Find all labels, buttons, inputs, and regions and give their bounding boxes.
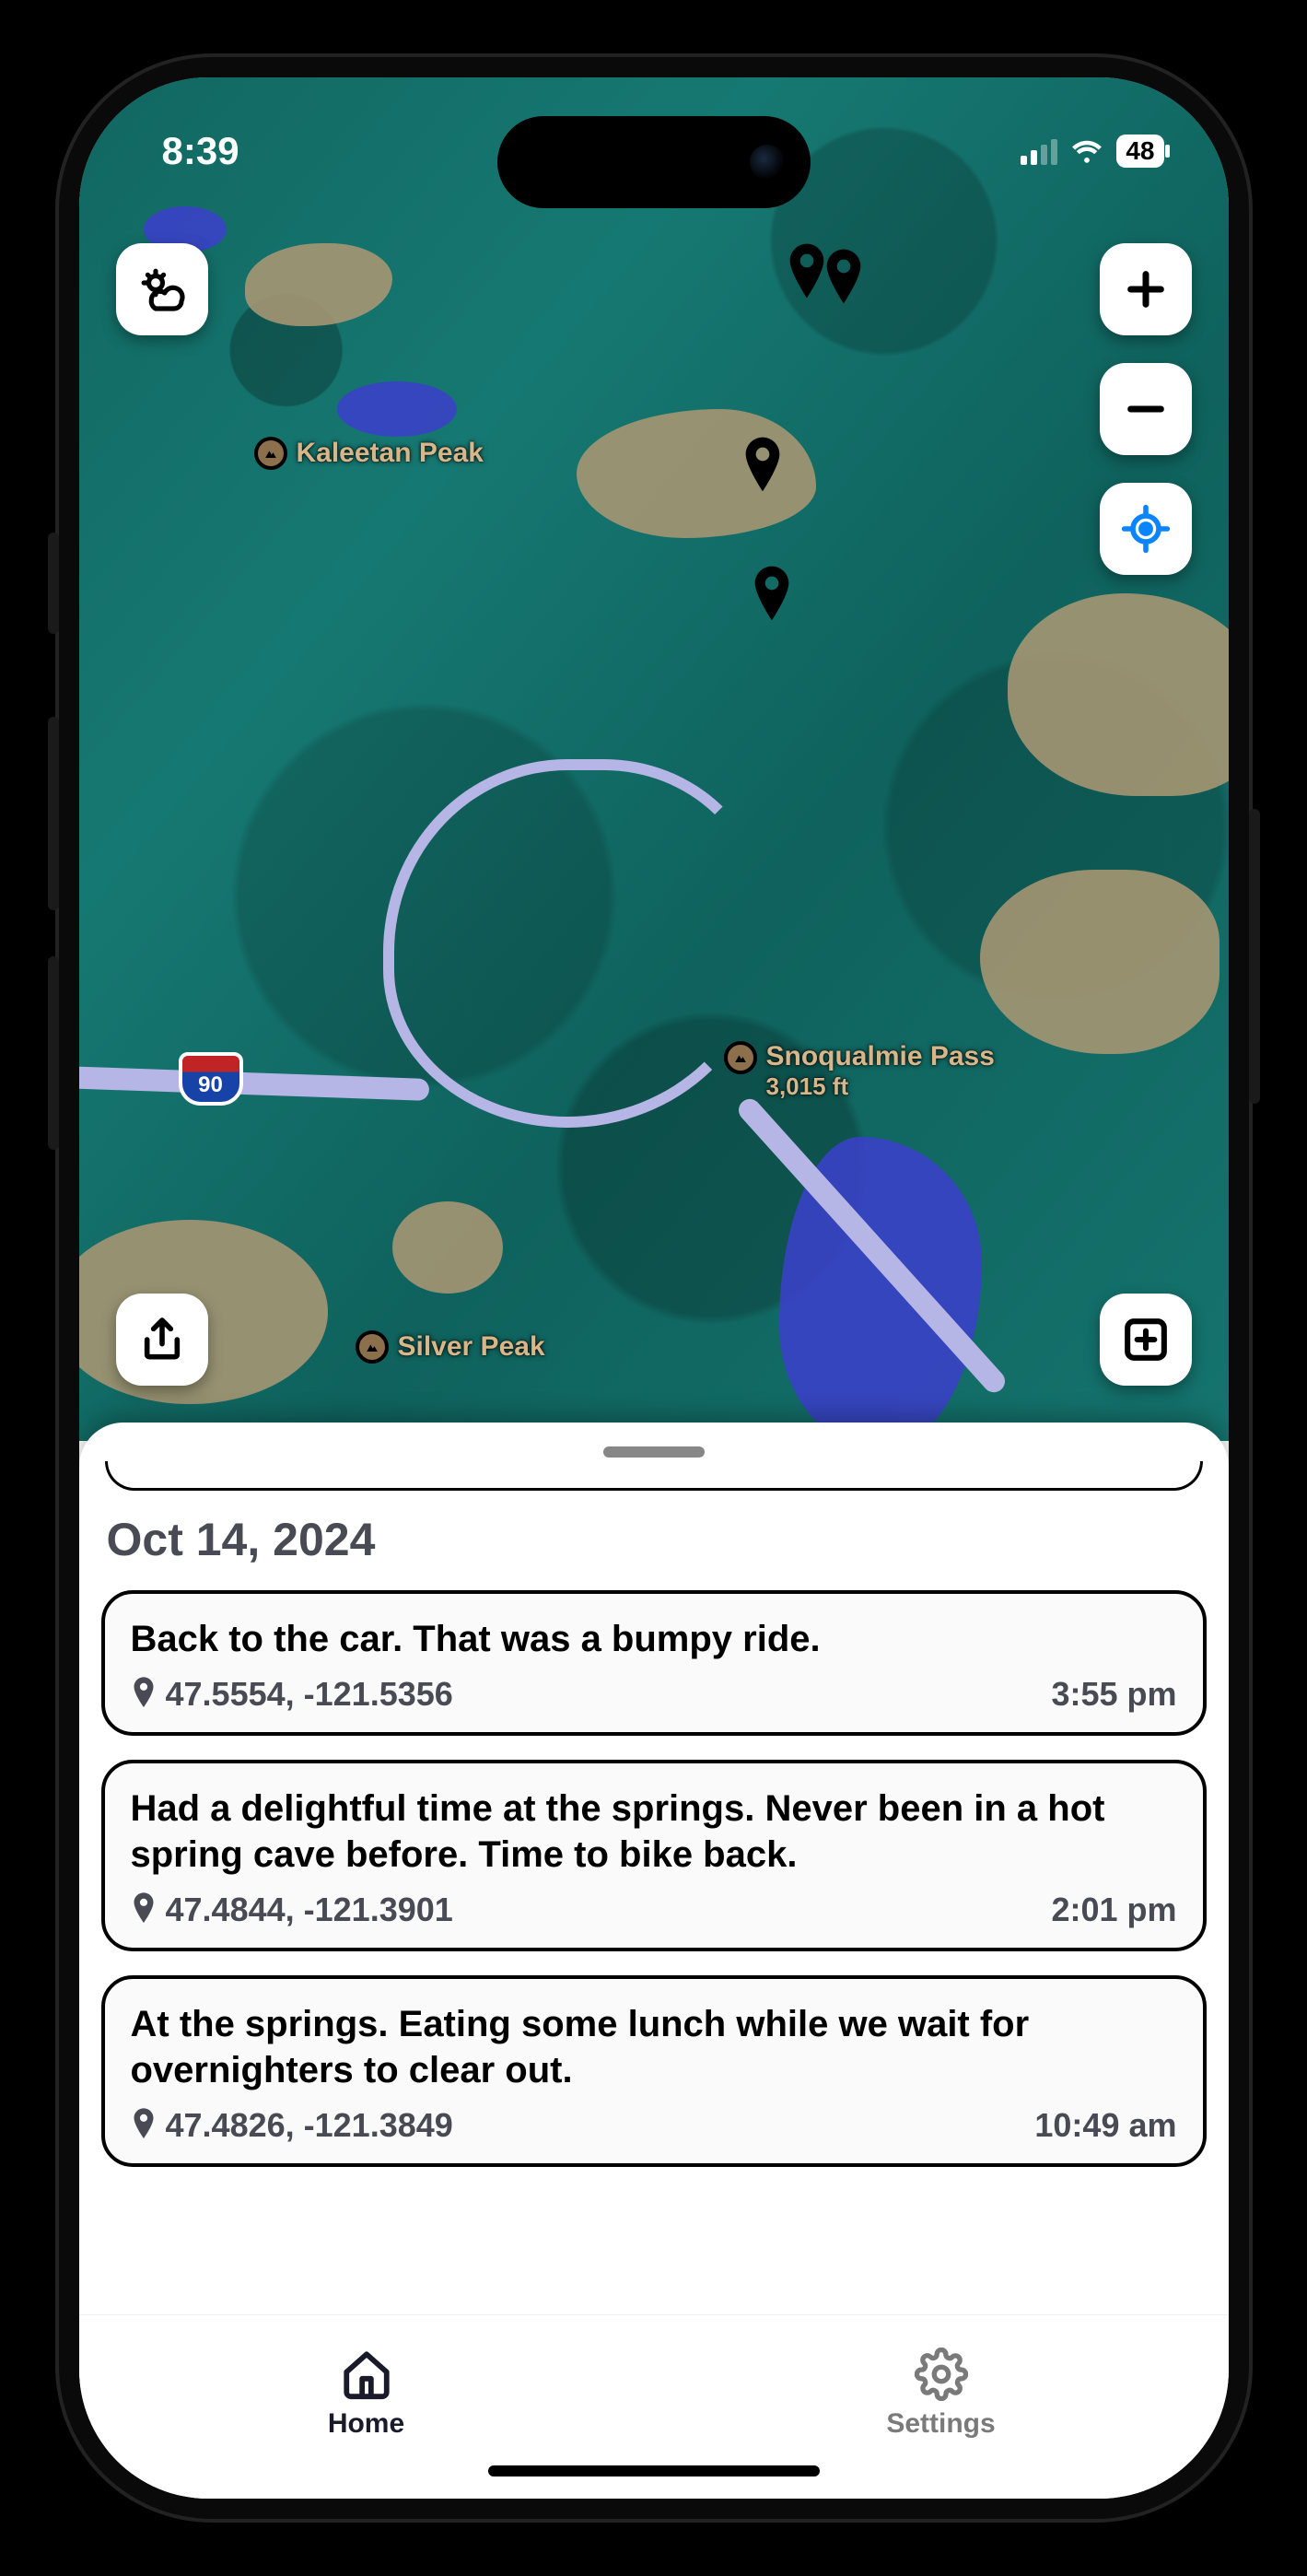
battery-percent: 48 bbox=[1126, 136, 1154, 166]
sheet-date-header: Oct 14, 2024 bbox=[107, 1513, 1201, 1566]
minus-icon bbox=[1120, 383, 1172, 435]
dynamic-island bbox=[497, 116, 811, 208]
gear-icon bbox=[915, 2348, 968, 2401]
map-landmass bbox=[392, 1201, 503, 1294]
zoom-in-button[interactable] bbox=[1100, 243, 1192, 335]
log-entry-time: 2:01 pm bbox=[1051, 1891, 1176, 1929]
map-pin-icon[interactable] bbox=[752, 566, 792, 621]
map-pin-icon[interactable] bbox=[742, 437, 783, 492]
screen: 8:39 48 bbox=[79, 77, 1229, 2499]
zoom-out-button[interactable] bbox=[1100, 363, 1192, 455]
device-side-button bbox=[48, 533, 59, 634]
sheet-grabber[interactable] bbox=[603, 1446, 705, 1458]
wifi-icon bbox=[1070, 138, 1103, 164]
map-view[interactable]: 90 Kaleetan Peak Snoqualmie Pass 3,015 f… bbox=[79, 77, 1229, 1441]
map-pin-icon[interactable] bbox=[823, 249, 864, 304]
map-poi-snoqualmie[interactable]: Snoqualmie Pass 3,015 ft bbox=[724, 1041, 995, 1101]
home-icon bbox=[340, 2348, 393, 2401]
add-entry-button[interactable] bbox=[1100, 1294, 1192, 1386]
weather-icon bbox=[136, 263, 188, 315]
share-button[interactable] bbox=[116, 1294, 208, 1386]
pin-icon bbox=[131, 2107, 157, 2144]
log-entry-location: 47.5554, -121.5356 bbox=[131, 1675, 453, 1714]
plus-square-icon bbox=[1120, 1314, 1172, 1365]
device-volume-up bbox=[48, 717, 59, 910]
log-entry-time: 3:55 pm bbox=[1051, 1675, 1176, 1714]
battery-indicator: 48 bbox=[1116, 135, 1163, 168]
plus-icon bbox=[1120, 263, 1172, 315]
device-volume-down bbox=[48, 956, 59, 1150]
map-poi-kaleetan[interactable]: Kaleetan Peak bbox=[254, 437, 484, 470]
log-entry-time: 10:49 am bbox=[1034, 2106, 1176, 2145]
log-entry-coords: 47.4844, -121.3901 bbox=[166, 1891, 453, 1929]
status-time: 8:39 bbox=[162, 129, 239, 173]
poi-sublabel: 3,015 ft bbox=[766, 1072, 995, 1101]
mountain-icon bbox=[724, 1041, 757, 1074]
locate-icon bbox=[1120, 503, 1172, 555]
device-power-button bbox=[1249, 809, 1260, 1104]
pin-icon bbox=[131, 1891, 157, 1928]
log-sheet[interactable]: Oct 14, 2024 Back to the car. That was a… bbox=[79, 1423, 1229, 2314]
sheet-tab-indicator bbox=[105, 1461, 1203, 1491]
log-entry-coords: 47.5554, -121.5356 bbox=[166, 1675, 453, 1714]
log-entry-location: 47.4826, -121.3849 bbox=[131, 2106, 453, 2145]
poi-label: Silver Peak bbox=[398, 1331, 545, 1363]
map-lake bbox=[337, 381, 457, 437]
log-entry[interactable]: Had a delightful time at the springs. Ne… bbox=[101, 1760, 1207, 1951]
highway-number: 90 bbox=[198, 1072, 223, 1098]
poi-label: Kaleetan Peak bbox=[297, 438, 484, 469]
mountain-icon bbox=[254, 437, 287, 470]
log-entry-text: Had a delightful time at the springs. Ne… bbox=[131, 1786, 1177, 1878]
log-entry-coords: 47.4826, -121.3849 bbox=[166, 2106, 453, 2145]
tab-label: Home bbox=[328, 2408, 404, 2440]
map-pin-icon[interactable] bbox=[787, 243, 827, 299]
share-icon bbox=[136, 1314, 188, 1365]
locate-me-button[interactable] bbox=[1100, 483, 1192, 575]
highway-shield: 90 bbox=[179, 1052, 243, 1106]
tab-label: Settings bbox=[886, 2408, 995, 2440]
log-entry-text: At the springs. Eating some lunch while … bbox=[131, 2001, 1177, 2093]
home-indicator[interactable] bbox=[488, 2465, 820, 2476]
cellular-signal-icon bbox=[1021, 137, 1057, 165]
map-poi-silver[interactable]: Silver Peak bbox=[356, 1330, 545, 1364]
log-entry[interactable]: At the springs. Eating some lunch while … bbox=[101, 1975, 1207, 2167]
weather-button[interactable] bbox=[116, 243, 208, 335]
mountain-icon bbox=[356, 1330, 389, 1364]
log-entry-text: Back to the car. That was a bumpy ride. bbox=[131, 1616, 1177, 1662]
phone-frame: 8:39 48 bbox=[55, 53, 1253, 2523]
log-entry[interactable]: Back to the car. That was a bumpy ride. … bbox=[101, 1590, 1207, 1736]
poi-label: Snoqualmie Pass bbox=[766, 1041, 995, 1071]
pin-icon bbox=[131, 1676, 157, 1713]
log-entry-location: 47.4844, -121.3901 bbox=[131, 1891, 453, 1929]
